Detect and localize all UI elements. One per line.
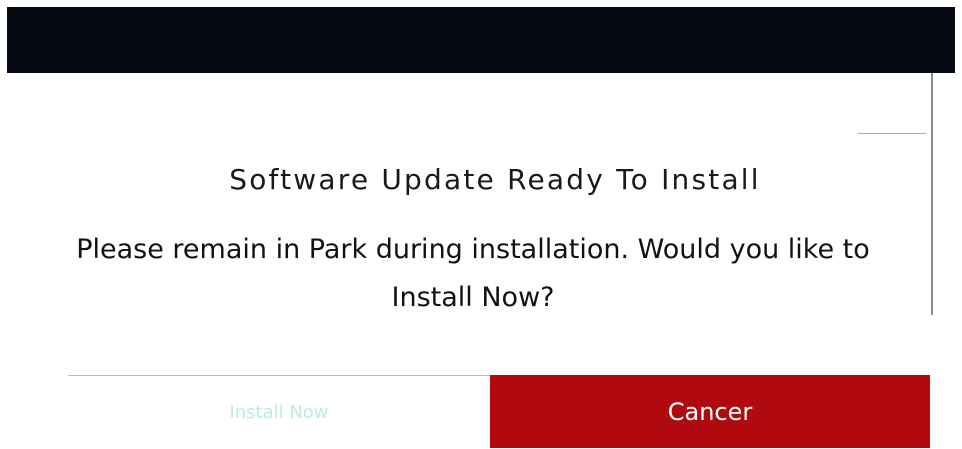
update-screen: Software Update Ready To Install Please … — [0, 0, 962, 449]
install-now-button[interactable]: Install Now — [68, 376, 490, 448]
short-divider — [858, 133, 926, 134]
cancel-button[interactable]: Cancer — [490, 375, 930, 448]
dialog-message: Please remain in Park during installatio… — [76, 234, 870, 313]
top-status-bar — [7, 7, 955, 73]
dialog-title: Software Update Ready To Install — [229, 163, 761, 196]
